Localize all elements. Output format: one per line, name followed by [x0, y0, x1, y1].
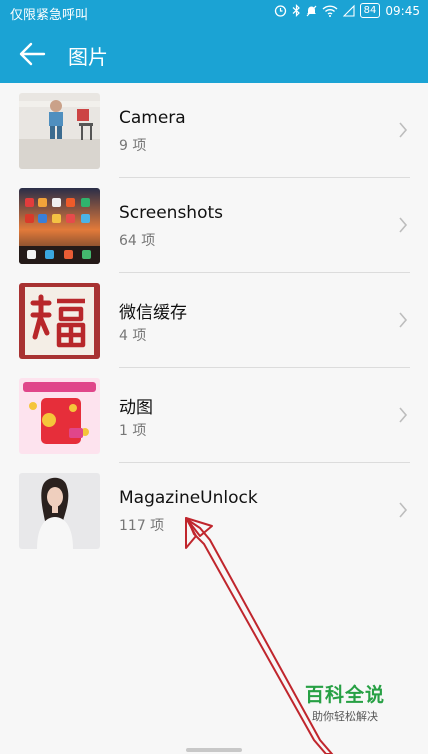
home-indicator[interactable]: [186, 748, 242, 752]
wifi-icon: [322, 5, 338, 17]
alarm-icon: [274, 5, 286, 17]
album-thumbnail: [19, 473, 100, 549]
album-item-screenshots[interactable]: Screenshots 64 项: [0, 178, 428, 273]
chevron-right-icon: [399, 502, 408, 518]
watermark: 百科全说 助你轻松解决: [298, 680, 392, 728]
arrow-left-icon[interactable]: [18, 41, 46, 67]
album-thumbnail: [19, 188, 100, 264]
app-bar: 图片: [0, 25, 428, 83]
album-name: 微信缓存: [119, 303, 187, 323]
album-count: 117 项: [119, 518, 165, 534]
album-thumbnail: [19, 378, 100, 454]
album-item-camera[interactable]: Camera 9 项: [0, 83, 428, 178]
album-name: 动图: [119, 398, 153, 418]
battery-indicator: 84: [359, 3, 381, 18]
album-thumbnail: [19, 93, 100, 169]
chevron-right-icon: [399, 122, 408, 138]
status-icons: 84 09:45: [274, 3, 420, 18]
chevron-right-icon: [399, 312, 408, 328]
album-count: 4 项: [119, 328, 147, 344]
album-thumbnail: [19, 283, 100, 359]
album-count: 64 项: [119, 233, 156, 249]
watermark-title: 百科全说: [304, 684, 385, 706]
watermark-subtitle: 助你轻松解决: [312, 710, 378, 723]
album-item-magazine-unlock[interactable]: MagazineUnlock 117 项: [0, 463, 428, 558]
status-bar: 仅限紧急呼叫 84 09:45: [0, 0, 428, 25]
album-name: Camera: [119, 108, 186, 128]
mute-icon: [306, 5, 317, 17]
clock: 09:45: [385, 3, 420, 18]
album-item-gifs[interactable]: 动图 1 项: [0, 368, 428, 463]
chevron-right-icon: [399, 217, 408, 233]
album-count: 1 项: [119, 423, 147, 439]
bluetooth-icon: [292, 4, 300, 17]
album-item-wechat-cache[interactable]: 微信缓存 4 项: [0, 273, 428, 368]
chevron-right-icon: [399, 407, 408, 423]
album-name: Screenshots: [119, 203, 224, 223]
signal-icon: [342, 4, 355, 17]
page-title: 图片: [68, 45, 108, 69]
album-name: MagazineUnlock: [119, 488, 258, 508]
album-count: 9 项: [119, 138, 147, 154]
album-list: Camera 9 项 Screenshots 64 项 微信缓存 4 项 动图 …: [0, 83, 428, 558]
carrier-label: 仅限紧急呼叫: [10, 8, 89, 23]
